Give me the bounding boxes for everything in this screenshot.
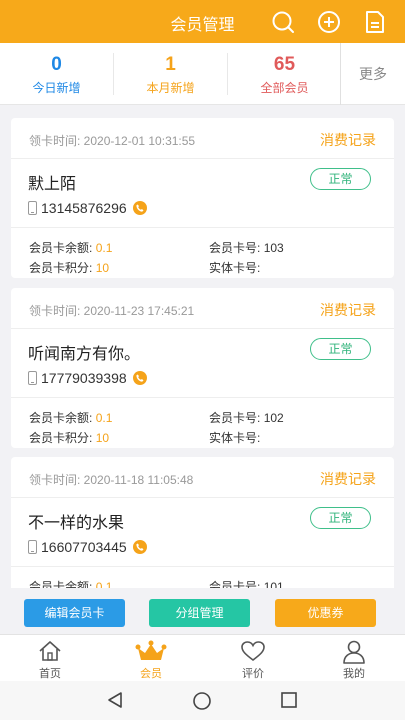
member-name: 默上陌 xyxy=(28,176,77,193)
page-title: 会员管理 xyxy=(170,17,235,34)
mobile-phone-icon xyxy=(28,540,37,554)
physical-card-label: 实体卡号: xyxy=(209,261,261,275)
member-phone: 16607703445 xyxy=(28,539,147,555)
divider xyxy=(11,497,394,498)
member-card[interactable]: 领卡时间: 2020-11-23 17:45:21 消费记录 听闻南方有你。 正… xyxy=(11,288,394,448)
cardno-label: 会员卡号: xyxy=(209,241,261,255)
tab-label: 评价 xyxy=(242,668,264,680)
call-icon[interactable] xyxy=(132,371,147,385)
stat-label: 全部会员 xyxy=(260,81,309,95)
member-list: 领卡时间: 2020-12-01 10:31:55 消费记录 默上陌 正常 13… xyxy=(0,108,405,588)
home-icon xyxy=(39,641,61,661)
stat-today-new[interactable]: 0 今日新增 xyxy=(0,43,113,105)
member-name: 不一样的水果 xyxy=(28,515,125,532)
back-icon[interactable] xyxy=(106,691,124,709)
balance-value: 0.1 xyxy=(95,580,113,588)
member-card[interactable]: 领卡时间: 2020-12-01 10:31:55 消费记录 默上陌 正常 13… xyxy=(11,118,394,278)
card-issue-time: 领卡时间: 2020-11-23 17:45:21 xyxy=(29,304,195,318)
more-button[interactable]: 更多 xyxy=(340,43,405,105)
stats-bar: 0 今日新增 1 本月新增 65 全部会员 更多 xyxy=(0,43,405,105)
divider xyxy=(11,158,394,159)
phone-number: 16607703445 xyxy=(41,539,127,555)
action-bar: 编辑会员卡 分组管理 优惠券 xyxy=(0,590,405,634)
stat-value: 65 xyxy=(273,54,296,75)
tab-label: 我的 xyxy=(343,668,365,680)
divider xyxy=(11,397,394,398)
cardno-row: 会员卡号: 103 xyxy=(209,239,284,256)
points-label: 会员卡积分: xyxy=(29,261,93,275)
member-phone: 17779039398 xyxy=(28,370,147,386)
member-name: 听闻南方有你。 xyxy=(28,346,141,363)
consumption-record-link[interactable]: 消费记录 xyxy=(320,469,376,489)
recents-icon[interactable] xyxy=(280,691,298,709)
group-management-button[interactable]: 分组管理 xyxy=(149,599,250,627)
user-icon xyxy=(343,640,365,664)
stat-all-members[interactable]: 65 全部会员 xyxy=(228,43,341,105)
divider xyxy=(11,328,394,329)
divider xyxy=(11,227,394,228)
cardno-label: 会员卡号: xyxy=(209,580,261,588)
cardno-value: 101 xyxy=(263,580,284,588)
call-icon[interactable] xyxy=(132,540,147,554)
cardno-value: 103 xyxy=(263,241,284,255)
stat-value: 0 xyxy=(51,54,62,75)
balance-value: 0.1 xyxy=(95,241,113,255)
points-value: 10 xyxy=(95,261,110,275)
status-badge: 正常 xyxy=(310,338,371,360)
points-value: 10 xyxy=(95,431,110,445)
cardno-row: 会员卡号: 102 xyxy=(209,409,284,426)
cardno-row: 会员卡号: 101 xyxy=(209,578,284,588)
system-nav-bar xyxy=(0,681,405,720)
divider xyxy=(11,566,394,567)
heart-icon xyxy=(241,641,265,662)
tab-label: 会员 xyxy=(140,668,162,680)
card-issue-time: 领卡时间: 2020-11-18 11:05:48 xyxy=(29,473,194,487)
cardno-value: 102 xyxy=(263,411,284,425)
app-header: 会员管理 xyxy=(0,0,405,43)
status-badge: 正常 xyxy=(310,168,371,190)
edit-member-card-button[interactable]: 编辑会员卡 xyxy=(24,599,125,627)
stat-value: 1 xyxy=(165,54,176,75)
card-issue-time: 领卡时间: 2020-12-01 10:31:55 xyxy=(29,134,196,148)
balance-label: 会员卡余额: xyxy=(29,580,93,588)
balance-row: 会员卡余额: 0.1 xyxy=(29,239,112,256)
tab-members[interactable]: 会员 xyxy=(101,635,201,682)
call-icon[interactable] xyxy=(132,201,147,215)
points-row: 会员卡积分: 10 xyxy=(29,259,109,276)
points-label: 会员卡积分: xyxy=(29,431,93,445)
points-row: 会员卡积分: 10 xyxy=(29,429,109,446)
cardno-label: 会员卡号: xyxy=(209,411,261,425)
mobile-phone-icon xyxy=(28,371,37,385)
phone-number: 17779039398 xyxy=(41,370,127,386)
member-phone: 13145876296 xyxy=(28,200,147,216)
member-card[interactable]: 领卡时间: 2020-11-18 11:05:48 消费记录 不一样的水果 正常… xyxy=(11,457,394,588)
phone-number: 13145876296 xyxy=(41,200,127,216)
mobile-phone-icon xyxy=(28,201,37,215)
coupon-button[interactable]: 优惠券 xyxy=(275,599,376,627)
tab-reviews[interactable]: 评价 xyxy=(203,635,303,682)
crown-icon xyxy=(135,640,167,660)
tab-label: 首页 xyxy=(39,668,61,680)
stat-label: 今日新增 xyxy=(32,81,81,95)
stat-label: 本月新增 xyxy=(146,81,195,95)
consumption-record-link[interactable]: 消费记录 xyxy=(320,300,376,320)
tab-home[interactable]: 首页 xyxy=(0,635,100,682)
balance-row: 会员卡余额: 0.1 xyxy=(29,578,112,588)
balance-row: 会员卡余额: 0.1 xyxy=(29,409,112,426)
physical-card-label: 实体卡号: xyxy=(209,431,261,445)
balance-label: 会员卡余额: xyxy=(29,411,93,425)
status-badge: 正常 xyxy=(310,507,371,529)
balance-value: 0.1 xyxy=(95,411,113,425)
document-icon[interactable] xyxy=(362,10,388,34)
bottom-tab-bar: 首页 会员 评价 我的 xyxy=(0,634,405,681)
home-circle-icon[interactable] xyxy=(192,691,212,711)
tab-profile[interactable]: 我的 xyxy=(304,635,404,682)
consumption-record-link[interactable]: 消费记录 xyxy=(320,130,376,150)
add-icon[interactable] xyxy=(316,10,342,34)
physical-card-row: 实体卡号: xyxy=(209,429,260,446)
balance-label: 会员卡余额: xyxy=(29,241,93,255)
search-icon[interactable] xyxy=(270,10,296,34)
stat-month-new[interactable]: 1 本月新增 xyxy=(114,43,227,105)
physical-card-row: 实体卡号: xyxy=(209,259,260,276)
